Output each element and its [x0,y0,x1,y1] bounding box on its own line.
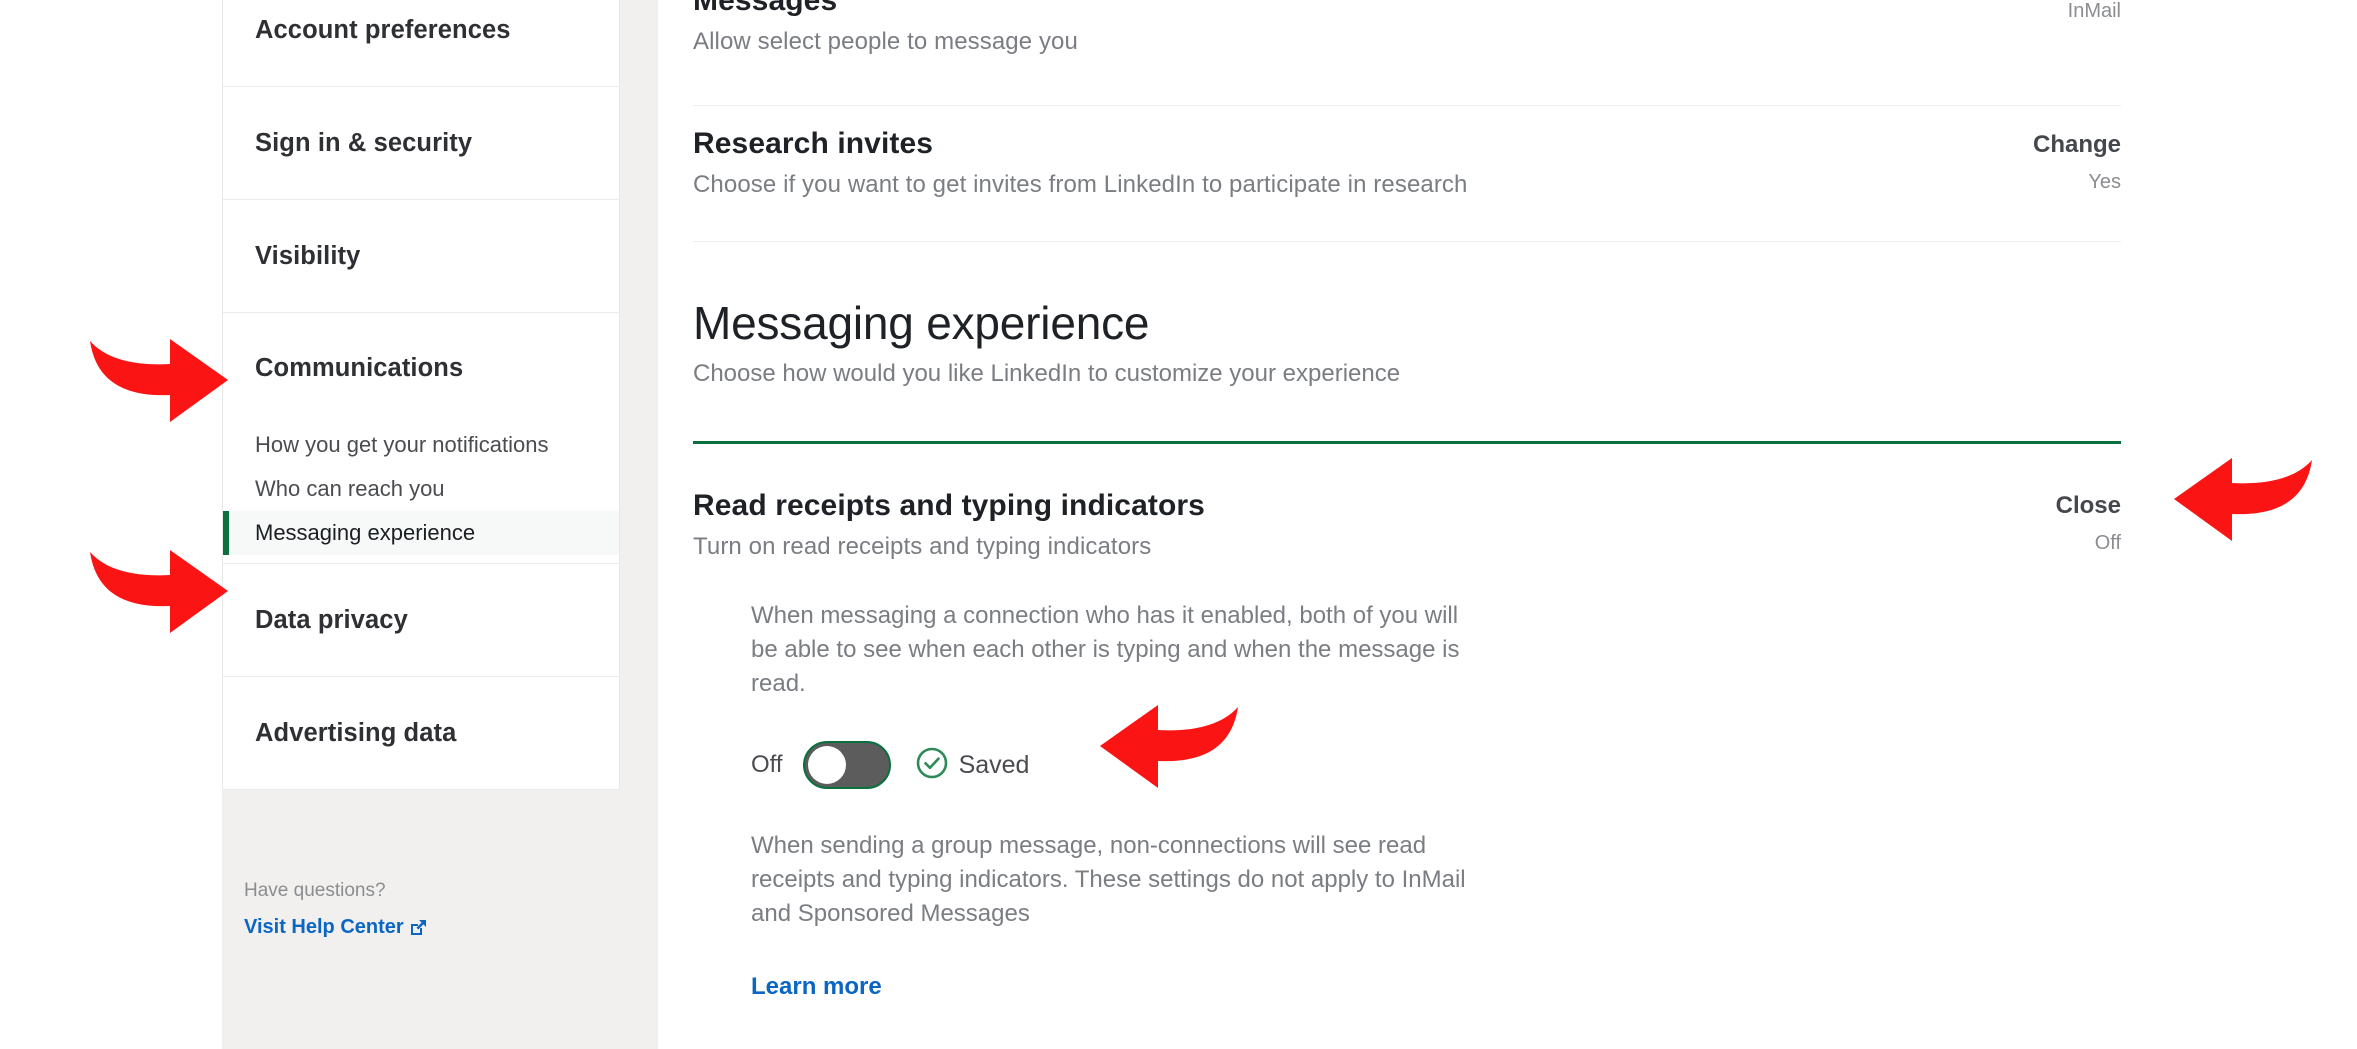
divider [693,241,2121,242]
setting-row-title: Messages [693,0,838,17]
setting-row-right: Change Yes [2033,131,2121,194]
toggle-state-label: Off [751,751,783,778]
help-question: Have questions? [244,880,386,901]
sidebar-item-label: Communications [255,353,464,382]
divider [693,105,2121,106]
page-subtitle: Choose how would you like LinkedIn to cu… [693,360,1401,387]
sidebar-item-advertising-data[interactable]: Advertising data [223,677,619,789]
section-header-messaging-experience: Messaging experience Choose how would yo… [693,296,2121,388]
sidebar-item-sign-in-security[interactable]: Sign in & security [223,87,619,199]
sidebar-subitem-label: Messaging experience [255,520,476,545]
visit-help-center-link[interactable]: Visit Help Center [244,916,428,939]
nav-group-data-privacy: Data privacy [223,564,619,677]
main-content: Messages Allow select people to message … [658,0,2357,1049]
settings-nav-rail: Account preferences Sign in & security V… [222,0,620,790]
setting-row-subtitle: Turn on read receipts and typing indicat… [693,533,1152,560]
setting-row-subtitle: Allow select people to message you [693,28,1078,55]
change-button[interactable]: Change [2033,131,2121,159]
nav-group-account: Account preferences [223,0,619,87]
sidebar-item-who-can-reach-you[interactable]: Who can reach you [223,467,619,511]
arrow-to-close-action [2172,456,2324,553]
close-button[interactable]: Close [2056,492,2121,520]
setting-row-title: Read receipts and typing indicators [693,489,1205,522]
page-title: Messaging experience [693,297,1150,349]
sidebar-item-visibility[interactable]: Visibility [223,200,619,312]
sidebar-item-how-you-get-your-notifications[interactable]: How you get your notifications [223,423,619,467]
sidebar-item-account-preferences[interactable]: Account preferences [223,0,619,86]
sidebar-subitem-label: How you get your notifications [255,432,549,457]
nav-group-advertising-data: Advertising data [223,677,619,790]
learn-more-link[interactable]: Learn more [751,973,882,1001]
read-receipts-toggle[interactable] [802,741,891,789]
sidebar-item-label: Sign in & security [255,128,473,157]
setting-row-read-receipts[interactable]: Read receipts and typing indicators Turn… [693,489,2121,561]
linkedin-settings-screen: Account preferences Sign in & security V… [0,0,2357,1049]
setting-row-title: Research invites [693,127,934,160]
arrow-to-messaging-experience [78,548,230,645]
help-block: Have questions? Visit Help Center [222,880,620,939]
setting-row-research-invites[interactable]: Research invites Choose if you want to g… [693,127,2121,199]
section-divider-green [693,441,2121,444]
sidebar-item-label: Visibility [255,241,361,270]
external-link-icon [408,918,428,938]
setting-row-right: Close Off [2056,492,2121,555]
sidebar-item-label: Data privacy [255,605,408,634]
communications-subnav: How you get your notifications Who can r… [223,423,619,563]
toggle-row: Off Saved [751,741,2121,789]
setting-row-subtitle: Choose if you want to get invites from L… [693,171,1468,198]
setting-row-right: InMail [2068,0,2121,23]
saved-label: Saved [958,750,1030,779]
sidebar-subitem-label: Who can reach you [255,476,445,501]
sidebar-item-data-privacy[interactable]: Data privacy [223,564,619,676]
description-paragraph-2: When sending a group message, non-connec… [751,832,1466,927]
arrow-to-saved-status [1098,703,1250,800]
sidebar-item-label: Advertising data [255,718,457,747]
nav-group-signin: Sign in & security [223,87,619,200]
saved-status: Saved [915,746,1030,785]
sidebar-item-label: Account preferences [255,15,511,44]
toggle-knob [807,746,846,784]
setting-expanded-body: When messaging a connection who has it e… [693,599,2121,1001]
sidebar-item-messaging-experience[interactable]: Messaging experience [223,511,619,555]
setting-row-messages[interactable]: Messages Allow select people to message … [693,0,2121,56]
nav-group-communications: Communications How you get your notifica… [223,313,619,564]
check-circle-icon [915,746,949,785]
setting-row-value: Off [2094,532,2121,554]
description-paragraph-1: When messaging a connection who has it e… [751,602,1460,697]
sidebar-item-communications[interactable]: Communications [223,313,619,423]
setting-row-value: InMail [2067,0,2121,22]
arrow-to-communications [78,337,230,434]
nav-group-visibility: Visibility [223,200,619,313]
visit-help-center-label: Visit Help Center [244,916,404,938]
setting-row-value: Yes [2088,171,2121,193]
